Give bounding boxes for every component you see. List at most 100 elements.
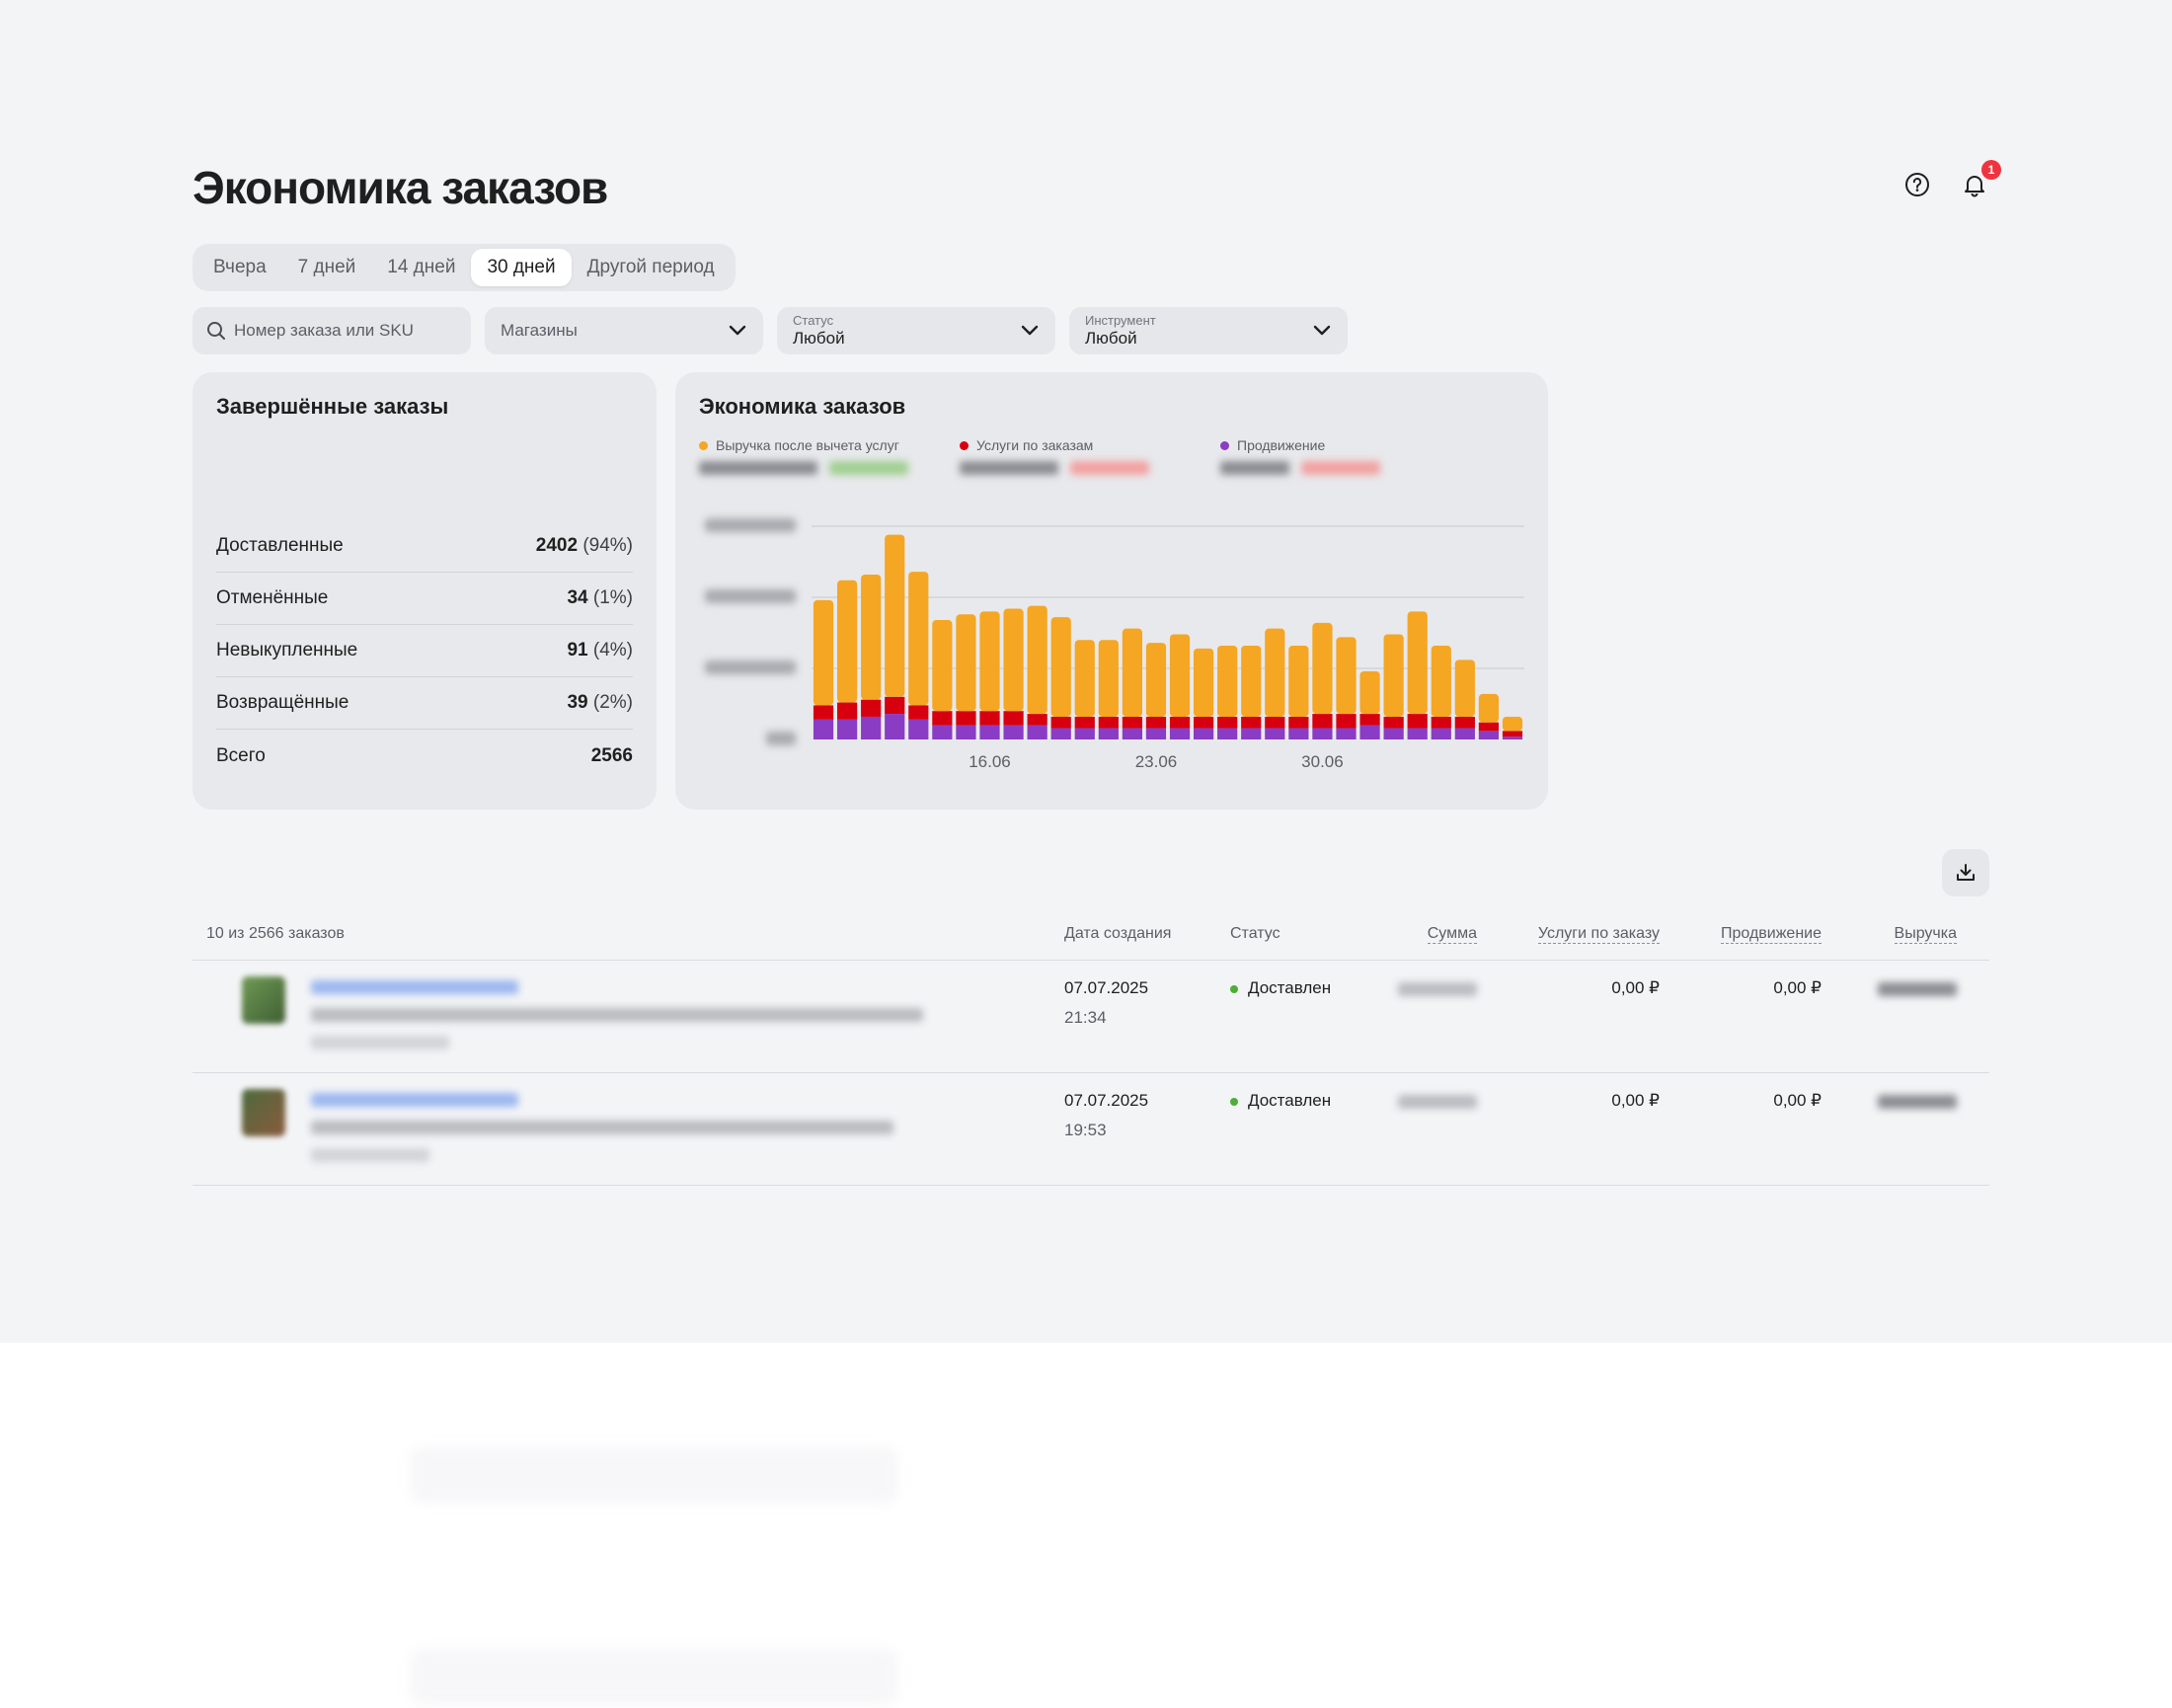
- chart-bar-segment: [1098, 728, 1119, 739]
- tab-7-days[interactable]: 7 дней: [282, 249, 372, 286]
- table-row[interactable]: 07.07.2025 21:34 Доставлен 0,00 ₽ 0,00 ₽: [193, 961, 1989, 1073]
- instrument-value: Любой: [1085, 329, 1137, 348]
- chart-bar-segment: [1336, 637, 1357, 715]
- chart-bar-segment: [836, 702, 858, 720]
- chart-bar-segment: [1217, 645, 1238, 717]
- sum-redacted: [1398, 982, 1477, 996]
- chart-bar-segment: [932, 711, 953, 726]
- chart-bar-segment: [1050, 728, 1071, 739]
- instrument-select[interactable]: Инструмент Любой: [1069, 307, 1348, 354]
- stat-label: Всего: [216, 744, 266, 766]
- chart-bar-segment: [1478, 722, 1500, 732]
- stat-label: Невыкупленные: [216, 640, 358, 660]
- download-icon: [1957, 864, 1975, 881]
- bell-icon[interactable]: 1: [1960, 160, 2001, 199]
- stat-row-total: Всего 2566: [216, 730, 633, 782]
- order-date: 07.07.2025 19:53: [1064, 1091, 1149, 1139]
- stat-value: 34 (1%): [567, 587, 633, 608]
- chart-bar-segment: [813, 719, 834, 739]
- chart-bar-segment: [1122, 728, 1143, 739]
- status-select[interactable]: Статус Любой: [777, 307, 1055, 354]
- stat-row-returned: Возвращённые 39 (2%): [216, 677, 633, 730]
- chart-bar-segment: [1027, 714, 1047, 726]
- col-date: Дата создания: [1064, 925, 1172, 942]
- chart-bar-segment: [1074, 728, 1095, 739]
- chart-bar-segment: [1217, 728, 1238, 739]
- sku-redacted: [311, 1036, 449, 1049]
- order-link-redacted[interactable]: [311, 1093, 518, 1107]
- x-tick-label: 23.06: [1135, 752, 1178, 771]
- chart-bar-segment: [1241, 645, 1262, 717]
- chart-bar-segment: [1407, 714, 1428, 729]
- order-services: 0,00 ₽: [1611, 1091, 1660, 1110]
- table-row[interactable]: 07.07.2025 19:53 Доставлен 0,00 ₽ 0,00 ₽: [193, 1073, 1989, 1186]
- status-dot: [1230, 1097, 1238, 1106]
- search-input[interactable]: Номер заказа или SKU: [193, 307, 471, 354]
- chart-bar-segment: [1169, 728, 1191, 739]
- chart-bar-segment: [1407, 611, 1428, 715]
- chart-bar-segment: [1359, 670, 1380, 715]
- status-dot: [1230, 984, 1238, 993]
- tab-yesterday[interactable]: Вчера: [197, 249, 282, 286]
- stat-row-delivered: Доставленные 2402 (94%): [216, 520, 633, 573]
- chart-bar-segment: [1122, 716, 1143, 729]
- chart-bar-segment: [1193, 648, 1214, 717]
- col-promotion[interactable]: Продвижение: [1721, 925, 1822, 944]
- chart-bar-segment: [1122, 628, 1143, 717]
- question-circle-icon[interactable]: [1902, 170, 1932, 199]
- stat-label: Отменённые: [216, 587, 329, 608]
- chart-bar-segment: [1217, 716, 1238, 729]
- x-tick-label: 30.06: [1301, 752, 1344, 771]
- y-tick-label-redacted: [705, 589, 796, 603]
- tab-14-days[interactable]: 14 дней: [371, 249, 471, 286]
- tab-30-days[interactable]: 30 дней: [471, 249, 572, 286]
- chart-bar-segment: [1288, 728, 1309, 739]
- tab-other-period[interactable]: Другой период: [572, 249, 731, 286]
- economics-bar-chart: 16.06 23.06 30.06: [705, 518, 1524, 771]
- shops-select[interactable]: Магазины: [485, 307, 763, 354]
- product-name-redacted: [311, 1008, 923, 1022]
- chart-bar-segment: [1383, 728, 1404, 739]
- y-tick-label-redacted: [705, 518, 796, 532]
- col-services[interactable]: Услуги по заказу: [1537, 925, 1660, 944]
- instrument-caption: Инструмент: [1085, 313, 1156, 328]
- chart-bar-segment: [908, 705, 929, 720]
- search-placeholder: Номер заказа или SKU: [234, 321, 414, 340]
- chart-bar-segment: [1003, 608, 1024, 712]
- chart-bar-segment: [1050, 716, 1071, 729]
- chart-bar-segment: [1288, 716, 1309, 729]
- chart-bar-segment: [1098, 640, 1119, 717]
- download-button[interactable]: [1942, 849, 1989, 896]
- col-status: Статус: [1230, 925, 1280, 942]
- col-sum[interactable]: Сумма: [1427, 925, 1477, 944]
- chart-bar-segment: [861, 699, 882, 717]
- chart-bar-segment: [861, 716, 882, 739]
- order-link-redacted[interactable]: [311, 980, 518, 994]
- chart-bar-segment: [1383, 716, 1404, 729]
- chart-bar-segment: [932, 725, 953, 739]
- chart-bar-segment: [1265, 728, 1285, 739]
- orders-count: 10 из 2566 заказов: [206, 925, 345, 942]
- notification-badge: 1: [1981, 160, 2001, 180]
- status-caption: Статус: [793, 313, 834, 328]
- chart-bar-segment: [1454, 728, 1475, 739]
- col-revenue[interactable]: Выручка: [1894, 925, 1957, 944]
- chart-bar-segment: [836, 580, 858, 703]
- chart-bar-segment: [979, 725, 1000, 739]
- stat-value: 2402 (94%): [535, 535, 633, 556]
- stat-label: Доставленные: [216, 535, 344, 556]
- order-status: Доставлен: [1230, 978, 1331, 998]
- chart-bar-segment: [1193, 728, 1214, 739]
- chart-bar-segment: [1454, 716, 1475, 729]
- chart-bar-segment: [1074, 640, 1095, 717]
- chart-bar-segment: [1074, 716, 1095, 729]
- chart-bar-segment: [1003, 725, 1024, 739]
- stat-row-cancelled: Отменённые 34 (1%): [216, 573, 633, 625]
- chart-bar-segment: [813, 599, 834, 706]
- period-tabs: Вчера 7 дней 14 дней 30 дней Другой пери…: [193, 244, 736, 291]
- economics-chart-card: Экономика заказов Выручка после вычета у…: [675, 372, 1548, 810]
- chart-bar-segment: [1336, 728, 1357, 739]
- product-name-redacted: [311, 1121, 893, 1134]
- chart-bar-segment: [1169, 716, 1191, 729]
- y-tick-label-redacted: [705, 660, 796, 674]
